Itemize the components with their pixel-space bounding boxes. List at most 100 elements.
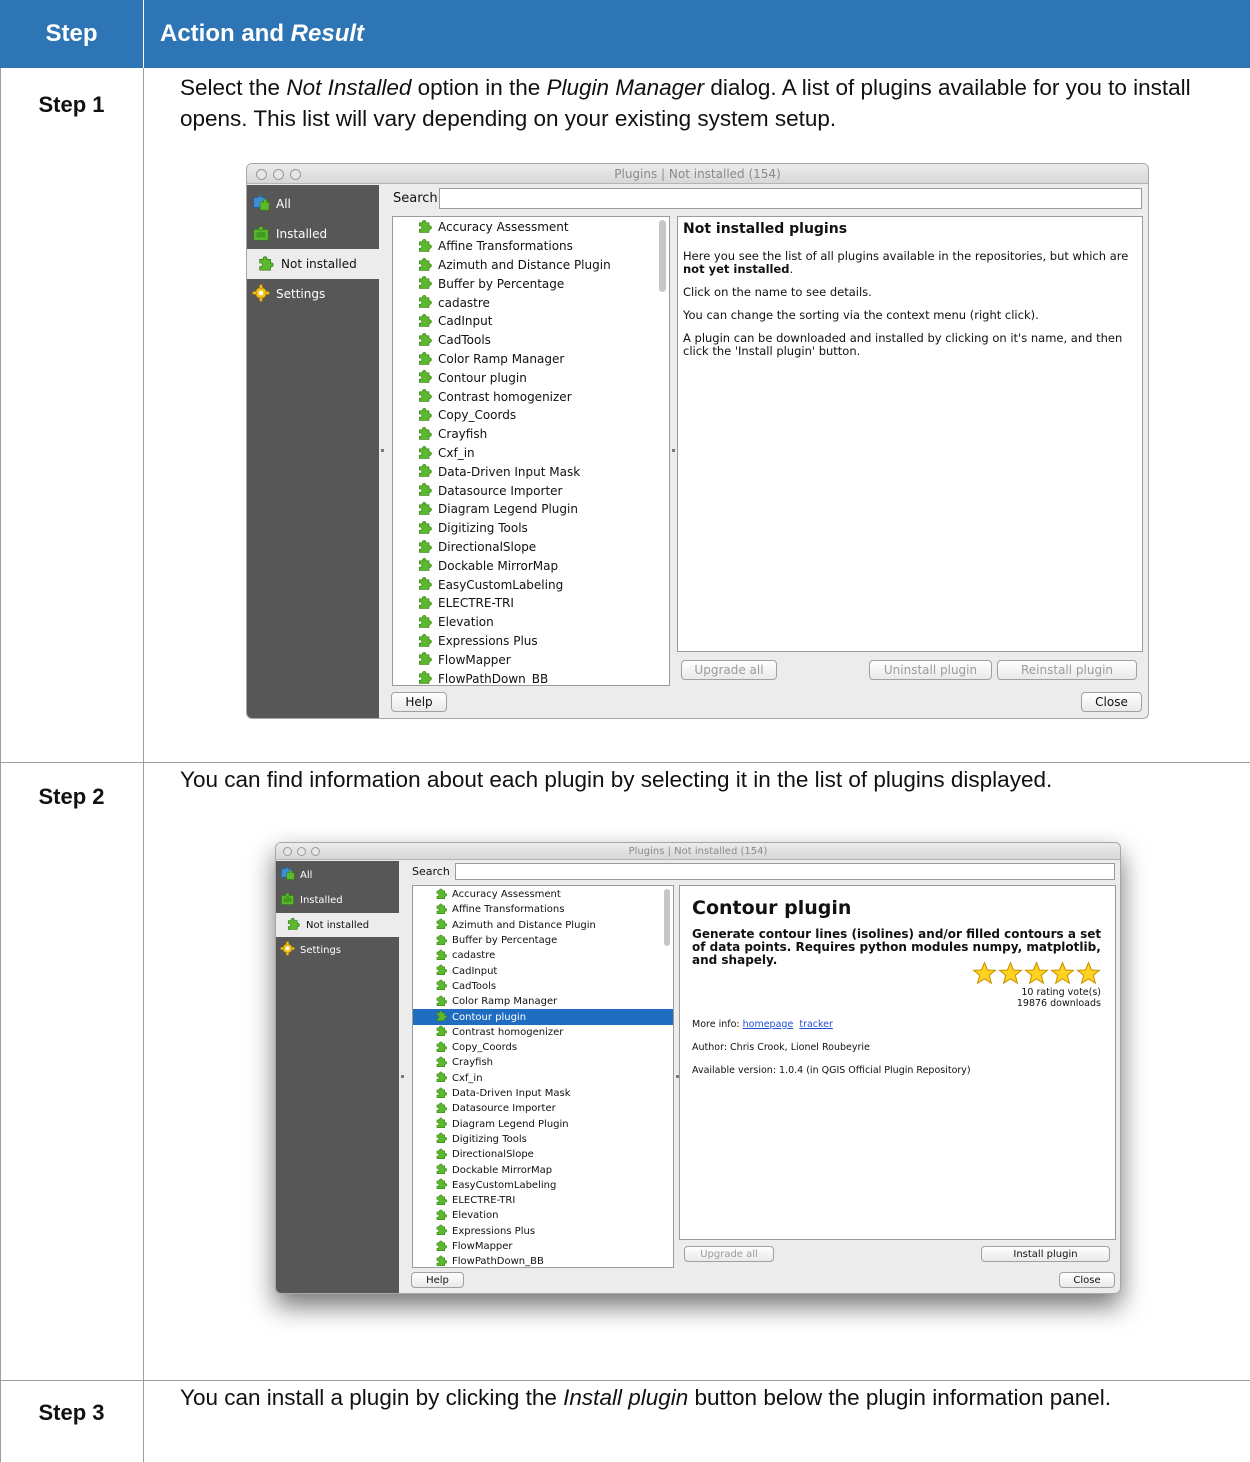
splitter-handle[interactable] (672, 449, 675, 452)
settings-gear-icon (252, 284, 270, 305)
puzzle-piece-icon (417, 519, 433, 538)
upgrade-all-button[interactable]: Upgrade all (684, 1246, 774, 1262)
plugin-list-item[interactable]: CadTools (393, 331, 669, 350)
sidebar-item-settings[interactable]: Settings (276, 938, 399, 962)
help-button[interactable]: Help (411, 1272, 464, 1288)
plugin-list-item[interactable]: CadInput (413, 964, 673, 979)
plugin-list-item[interactable]: Elevation (413, 1208, 673, 1223)
list-scrollbar-thumb[interactable] (659, 220, 666, 292)
minimize-window-icon[interactable] (297, 847, 306, 856)
plugin-list-item[interactable]: Digitizing Tools (413, 1132, 673, 1147)
plugin-list-item[interactable]: Expressions Plus (393, 632, 669, 651)
plugin-list-item[interactable]: Buffer by Percentage (413, 933, 673, 948)
puzzle-piece-icon (435, 1116, 448, 1132)
plugin-list-item[interactable]: cadastre (393, 293, 669, 312)
splitter-handle[interactable] (381, 449, 384, 452)
plugin-list-item[interactable]: EasyCustomLabeling (413, 1178, 673, 1193)
plugin-list-item[interactable]: Color Ramp Manager (393, 350, 669, 369)
traffic-lights (283, 843, 320, 860)
puzzle-piece-icon (417, 256, 433, 275)
zoom-window-icon[interactable] (311, 847, 320, 856)
plugin-list-item[interactable]: ELECTRE-TRI (413, 1193, 673, 1208)
plugin-list-item[interactable]: Contour plugin (393, 368, 669, 387)
plugin-list-item[interactable]: Digitizing Tools (393, 519, 669, 538)
plugin-list-item[interactable]: Cxf_in (393, 444, 669, 463)
plugin-list-item[interactable]: Contour plugin (413, 1009, 673, 1025)
plugin-list-item[interactable]: Copy_Coords (393, 406, 669, 425)
homepage-link[interactable]: homepage (743, 1019, 794, 1030)
plugin-list-item[interactable]: Buffer by Percentage (393, 274, 669, 293)
close-window-icon[interactable] (283, 847, 292, 856)
splitter-handle[interactable] (401, 1075, 404, 1078)
rating-block: 10 rating vote(s) 19876 downloads (692, 961, 1103, 1019)
plugin-list-item[interactable]: Affine Transformations (413, 902, 673, 917)
close-button[interactable]: Close (1081, 692, 1142, 712)
plugin-list-item[interactable]: Crayfish (413, 1055, 673, 1070)
plugin-list-item[interactable]: CadInput (393, 312, 669, 331)
search-input[interactable] (455, 863, 1115, 880)
plugin-list-item[interactable]: CadTools (413, 979, 673, 994)
plugin-name: Expressions Plus (438, 633, 538, 648)
plugin-list-item[interactable]: Contrast homogenizer (413, 1025, 673, 1040)
plugin-list-item[interactable]: Cxf_in (413, 1071, 673, 1086)
close-button[interactable]: Close (1059, 1272, 1115, 1288)
plugin-list-item[interactable]: FlowMapper (393, 650, 669, 669)
plugin-name: Crayfish (438, 427, 488, 442)
sidebar-item-not-installed[interactable]: Not installed (247, 249, 379, 279)
plugin-list-item[interactable]: ELECTRE-TRI (393, 594, 669, 613)
plugin-info-panel: Not installed plugins Here you see the l… (677, 216, 1143, 652)
search-input[interactable] (439, 188, 1142, 209)
upgrade-all-button[interactable]: Upgrade all (681, 660, 777, 680)
plugin-list[interactable]: FlowPathDown_BB FlowMapper Expressions Plu… (412, 885, 674, 1268)
tracker-link[interactable]: tracker (799, 1019, 833, 1030)
downloads-count: 19876 downloads (1016, 998, 1101, 1009)
plugin-list-item[interactable]: Datasource Importer (393, 481, 669, 500)
plugin-list-item[interactable]: Affine Transformations (393, 237, 669, 256)
plugin-list-item[interactable]: Accuracy Assessment (413, 887, 673, 902)
plugin-list-item[interactable]: DirectionalSlope (393, 538, 669, 557)
plugin-list-item[interactable]: Dockable MirrorMap (413, 1162, 673, 1177)
minimize-window-icon[interactable] (273, 168, 284, 180)
plugin-list-item[interactable]: Azimuth and Distance Plugin (393, 256, 669, 275)
plugin-list-item[interactable]: DirectionalSlope (413, 1147, 673, 1162)
puzzle-piece-icon (417, 481, 433, 500)
plugin-list-item[interactable]: Expressions Plus (413, 1224, 673, 1239)
plugin-list-item[interactable]: Data-Driven Input Mask (413, 1086, 673, 1101)
zoom-window-icon[interactable] (290, 168, 301, 180)
plugin-list-item[interactable]: Copy_Coords (413, 1040, 673, 1055)
list-scrollbar-thumb[interactable] (664, 889, 670, 946)
plugin-list-item[interactable]: Contrast homogenizer (393, 387, 669, 406)
plugin-list-item[interactable]: Elevation (393, 613, 669, 632)
plugin-list-item[interactable]: Color Ramp Manager (413, 994, 673, 1009)
plugin-list[interactable]: FlowPathDown_BB FlowMapper Expressions Plu… (392, 216, 670, 686)
reinstall-plugin-button[interactable]: Reinstall plugin (997, 660, 1137, 680)
plugin-list-item[interactable]: Diagram Legend Plugin (413, 1117, 673, 1132)
plugin-list-item[interactable]: FlowPathDown_BB (413, 1254, 673, 1267)
sidebar-item-settings[interactable]: Settings (247, 279, 379, 309)
plugin-list-item[interactable]: Dockable MirrorMap (393, 556, 669, 575)
sidebar-item-installed[interactable]: Installed (276, 888, 399, 912)
plugin-list-item[interactable]: Datasource Importer (413, 1101, 673, 1116)
plugin-list-item[interactable]: cadastre (413, 948, 673, 963)
sidebar-item-label: All (276, 197, 291, 211)
sidebar-item-all[interactable]: All (247, 189, 379, 219)
plugin-name: Crayfish (452, 1057, 493, 1069)
puzzle-piece-icon (435, 978, 448, 994)
plugin-name: DirectionalSlope (452, 1149, 534, 1161)
plugin-list-item[interactable]: Accuracy Assessment (393, 218, 669, 237)
plugin-list-item[interactable]: EasyCustomLabeling (393, 575, 669, 594)
puzzle-piece-icon (417, 444, 433, 463)
plugin-list-item[interactable]: Data-Driven Input Mask (393, 462, 669, 481)
plugin-list-item[interactable]: Diagram Legend Plugin (393, 500, 669, 519)
help-button[interactable]: Help (391, 692, 447, 712)
plugin-list-item[interactable]: Crayfish (393, 425, 669, 444)
install-plugin-button[interactable]: Install plugin (981, 1246, 1110, 1262)
plugin-list-item[interactable]: FlowPathDown_BB (393, 669, 669, 685)
uninstall-plugin-button[interactable]: Uninstall plugin (869, 660, 992, 680)
plugin-list-item[interactable]: FlowMapper (413, 1239, 673, 1254)
sidebar-item-all[interactable]: All (276, 863, 399, 887)
plugin-list-item[interactable]: Azimuth and Distance Plugin (413, 918, 673, 933)
close-window-icon[interactable] (256, 168, 267, 180)
sidebar-item-installed[interactable]: Installed (247, 219, 379, 249)
sidebar-item-not-installed[interactable]: Not installed (276, 913, 399, 937)
